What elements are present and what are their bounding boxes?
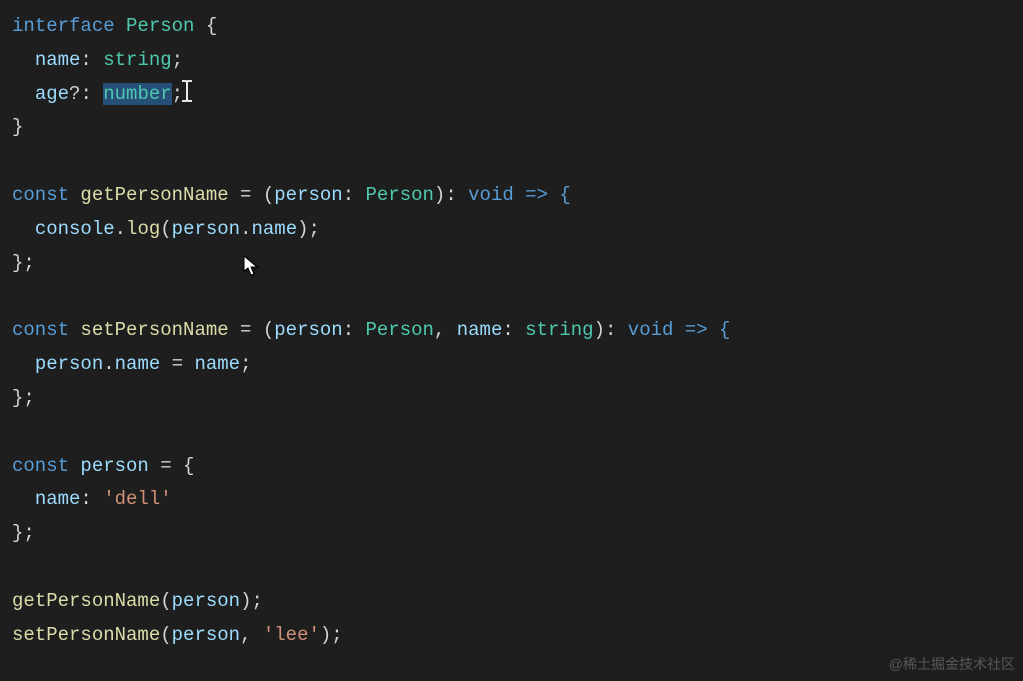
type-person: Person [366,319,434,341]
type-number-selected: number [103,83,171,105]
code-line[interactable]: getPersonName(person); [12,585,1011,619]
keyword-interface: interface [12,15,115,37]
function-setPersonName: setPersonName [80,319,228,341]
code-line[interactable]: name: 'dell' [12,483,1011,517]
string-literal: 'dell' [103,488,171,510]
var-name: name [115,353,161,375]
function-getPersonName: getPersonName [80,184,228,206]
property-name: name [35,49,81,71]
console-obj: console [35,218,115,240]
var-person: person [80,455,148,477]
property-name: name [35,488,81,510]
param-name: name [457,319,503,341]
function-call-setPersonName: setPersonName [12,624,160,646]
code-line[interactable]: } [12,111,1011,145]
keyword-const: const [12,455,69,477]
code-line-empty[interactable] [12,281,1011,315]
return-void: void [628,319,674,341]
type-string: string [525,319,593,341]
return-void: void [468,184,514,206]
code-line[interactable]: const setPersonName = (person: Person, n… [12,314,1011,348]
keyword-const: const [12,319,69,341]
keyword-const: const [12,184,69,206]
param-person: person [274,184,342,206]
code-line[interactable]: name: string; [12,44,1011,78]
code-line[interactable]: }; [12,247,1011,281]
code-line-empty[interactable] [12,145,1011,179]
watermark-text: @稀土掘金技术社区 [889,652,1015,677]
type-name: Person [126,15,194,37]
code-line-empty[interactable] [12,416,1011,450]
code-line-empty[interactable] [12,551,1011,585]
code-line[interactable]: const getPersonName = (person: Person): … [12,179,1011,213]
code-line[interactable]: age?: number; [12,78,1011,112]
var-person: person [35,353,103,375]
string-literal: 'lee' [263,624,320,646]
code-line[interactable]: }; [12,517,1011,551]
code-line[interactable]: console.log(person.name); [12,213,1011,247]
property-age: age [35,83,69,105]
code-editor[interactable]: interface Person { name: string; age?: n… [12,10,1011,652]
type-string: string [103,49,171,71]
code-line[interactable]: const person = { [12,450,1011,484]
param-person: person [274,319,342,341]
log-method: log [126,218,160,240]
code-line[interactable]: person.name = name; [12,348,1011,382]
type-person: Person [366,184,434,206]
code-line[interactable]: interface Person { [12,10,1011,44]
function-call-getPersonName: getPersonName [12,590,160,612]
code-line[interactable]: }; [12,382,1011,416]
code-line[interactable]: setPersonName(person, 'lee'); [12,619,1011,653]
